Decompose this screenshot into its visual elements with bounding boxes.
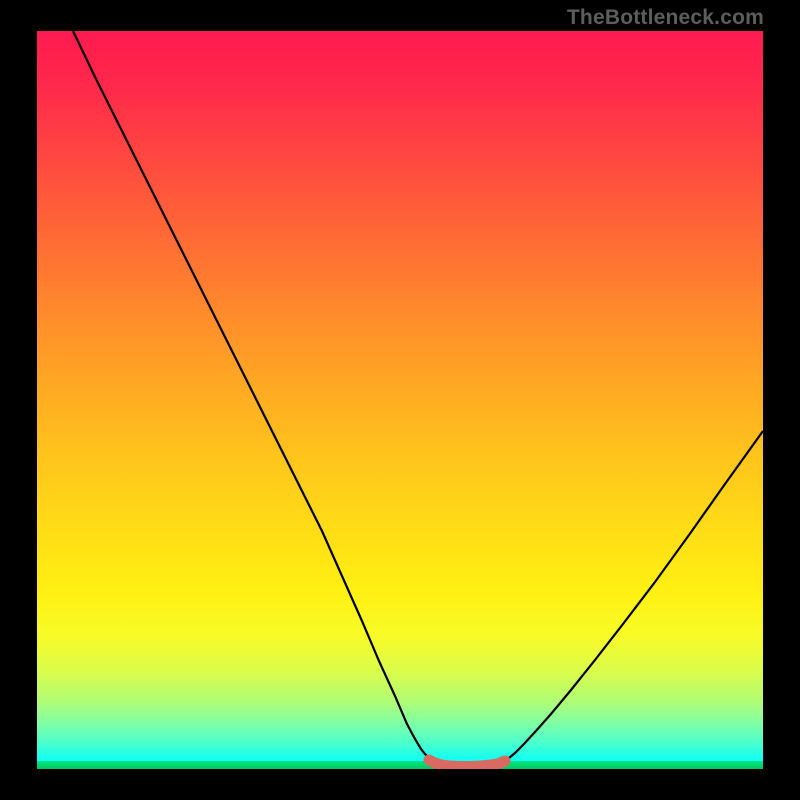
left-curve — [73, 31, 432, 761]
outer-frame: TheBottleneck.com — [0, 0, 800, 800]
plot-area — [37, 31, 763, 769]
watermark-text: TheBottleneck.com — [567, 6, 764, 30]
right-curve — [505, 431, 763, 761]
curves-overlay — [37, 31, 763, 769]
trough-band — [429, 760, 505, 767]
